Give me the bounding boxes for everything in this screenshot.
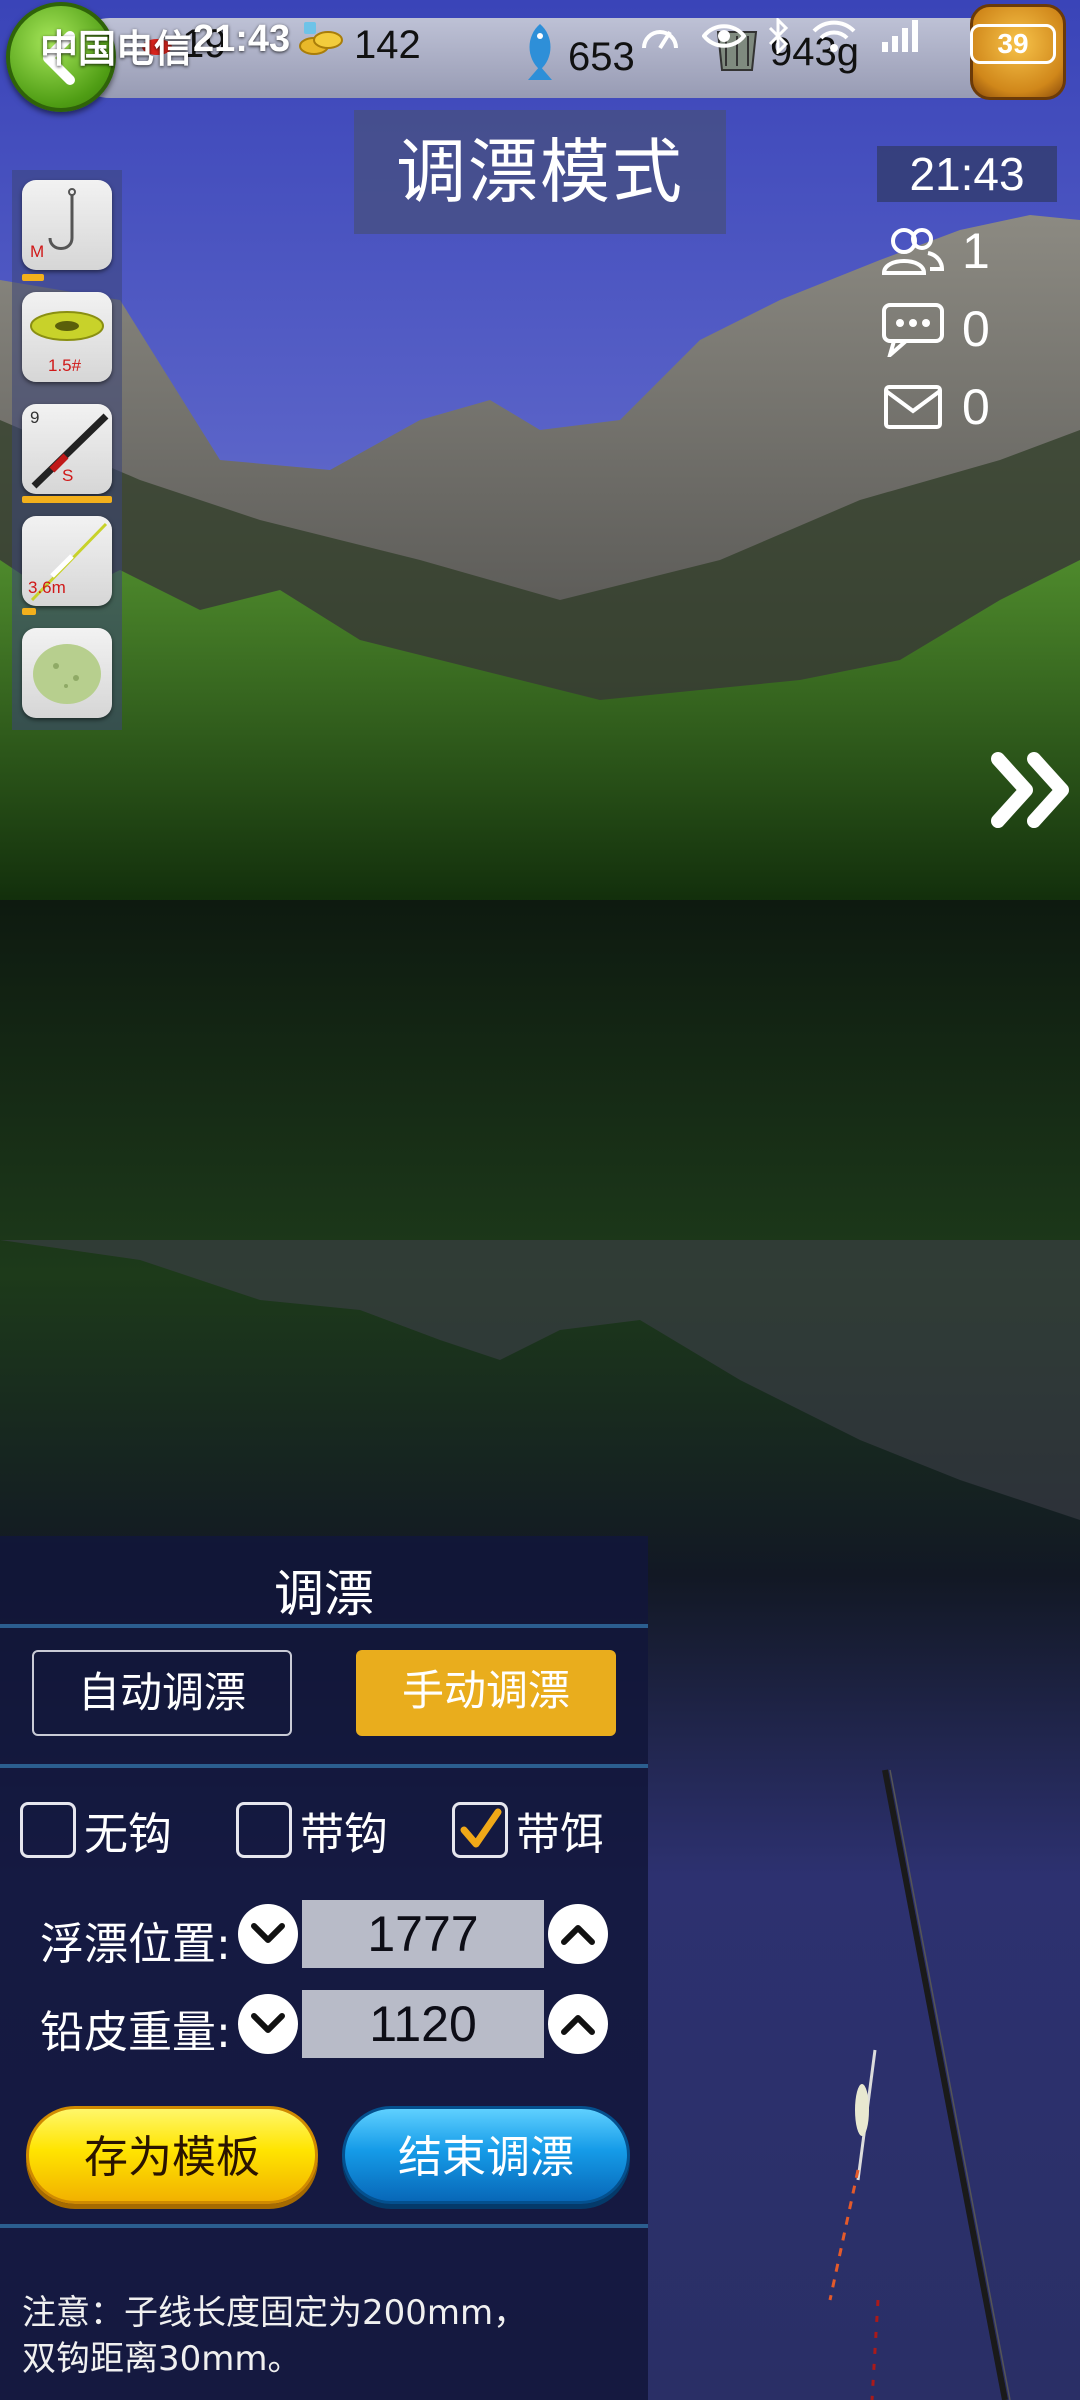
- gear-panel: M 1.5# 9 S 3.6m: [12, 170, 122, 730]
- divider: [0, 2224, 648, 2228]
- hook-durability-bar: [22, 274, 44, 281]
- float-durability-bar: [22, 608, 36, 615]
- rod-grade: S: [62, 466, 74, 485]
- checkmark-icon: [460, 1808, 502, 1848]
- game-clock: 21:43: [877, 146, 1057, 202]
- chat-icon: [882, 303, 944, 357]
- divider: [0, 1624, 648, 1628]
- chat-button[interactable]: 0: [880, 300, 990, 358]
- fish-icon: [520, 22, 560, 92]
- group-icon: [881, 228, 945, 275]
- chevron-up-icon: [561, 1925, 595, 1945]
- system-icons: [640, 18, 924, 54]
- status-time: 21:43: [193, 18, 291, 60]
- with-bait-checkbox[interactable]: 带饵: [452, 1798, 604, 1862]
- float-position-value[interactable]: 1777: [302, 1900, 544, 1968]
- float-tuning-panel: 调漂 自动调漂 手动调漂 无钩 带钩 带饵 浮漂位置: 1777 铅皮重量: 1…: [0, 1536, 648, 2400]
- line-size: 1.5#: [48, 356, 82, 375]
- checkbox-box: [236, 1802, 292, 1858]
- save-template-button[interactable]: 存为模板: [26, 2106, 318, 2204]
- checkbox-box: [20, 1802, 76, 1858]
- divider: [0, 1764, 648, 1768]
- manual-tune-button[interactable]: 手动调漂: [356, 1650, 616, 1736]
- coin-stat: 142: [296, 22, 421, 68]
- battery-indicator: 39: [970, 24, 1056, 64]
- chat-count: 0: [962, 301, 990, 357]
- float-position-label: 浮漂位置:: [40, 1919, 231, 1970]
- no-hook-checkbox[interactable]: 无钩: [20, 1798, 172, 1862]
- double-chevron-right-icon: [991, 752, 1069, 828]
- checkbox-box: [452, 1802, 508, 1858]
- wifi-icon: [812, 20, 856, 52]
- rod-durability-bar: [22, 496, 112, 503]
- mail-icon: [884, 385, 942, 429]
- chevron-up-icon: [561, 2015, 595, 2035]
- bait-slot[interactable]: [22, 628, 112, 718]
- sinker-weight-increase-button[interactable]: [548, 1994, 608, 2054]
- rod-slot[interactable]: 9 S: [22, 404, 112, 494]
- float-slot[interactable]: 3.6m: [22, 516, 112, 606]
- rod-number: 9: [30, 408, 40, 427]
- auto-tune-button[interactable]: 自动调漂: [32, 1650, 292, 1736]
- online-players[interactable]: 1: [880, 222, 990, 280]
- hook-size: M: [30, 242, 45, 261]
- checkbox-label: 带饵: [516, 1809, 604, 1860]
- speed-icon: [642, 30, 678, 50]
- carrier-label: 中国电信: [40, 29, 193, 71]
- sinker-weight-label: 铅皮重量:: [40, 2007, 231, 2058]
- with-hook-checkbox[interactable]: 带钩: [236, 1798, 388, 1862]
- checkbox-label: 无钩: [84, 1809, 172, 1860]
- panel-title: 调漂: [274, 1565, 374, 1623]
- float-position-decrease-button[interactable]: [238, 1904, 298, 1964]
- signal-icon: [882, 20, 918, 52]
- eye-icon: [702, 24, 746, 48]
- chevron-down-icon: [251, 2013, 285, 2033]
- chevron-down-icon: [251, 1923, 285, 1943]
- mode-title: 调漂模式: [354, 110, 726, 234]
- hook-slot[interactable]: M: [22, 180, 112, 270]
- mail-count: 0: [962, 379, 990, 435]
- online-count: 1: [962, 223, 990, 279]
- bluetooth-icon: [768, 18, 789, 54]
- fish-count: 653: [568, 34, 635, 79]
- end-tuning-button[interactable]: 结束调漂: [342, 2106, 630, 2204]
- sinker-weight-decrease-button[interactable]: [238, 1994, 298, 2054]
- notice-line: 双钩距离30mm。: [22, 2339, 302, 2379]
- float-position-increase-button[interactable]: [548, 1904, 608, 1964]
- sinker-weight-value[interactable]: 1120: [302, 1990, 544, 2058]
- notice-line: 注意：子线长度固定为200mm，: [22, 2293, 528, 2333]
- expand-right-button[interactable]: [990, 745, 1080, 835]
- notice-text: 注意：子线长度固定为200mm， 双钩距离30mm。: [22, 2290, 642, 2382]
- line-slot[interactable]: 1.5#: [22, 292, 112, 382]
- mail-button[interactable]: 0: [880, 378, 990, 436]
- rod-length: 3.6m: [28, 578, 66, 597]
- checkbox-label: 带钩: [300, 1809, 388, 1860]
- bait-ball-icon: [33, 644, 101, 704]
- coin-count: 142: [354, 22, 421, 67]
- fish-stat: 653: [520, 22, 635, 92]
- coin-icon: [296, 22, 346, 68]
